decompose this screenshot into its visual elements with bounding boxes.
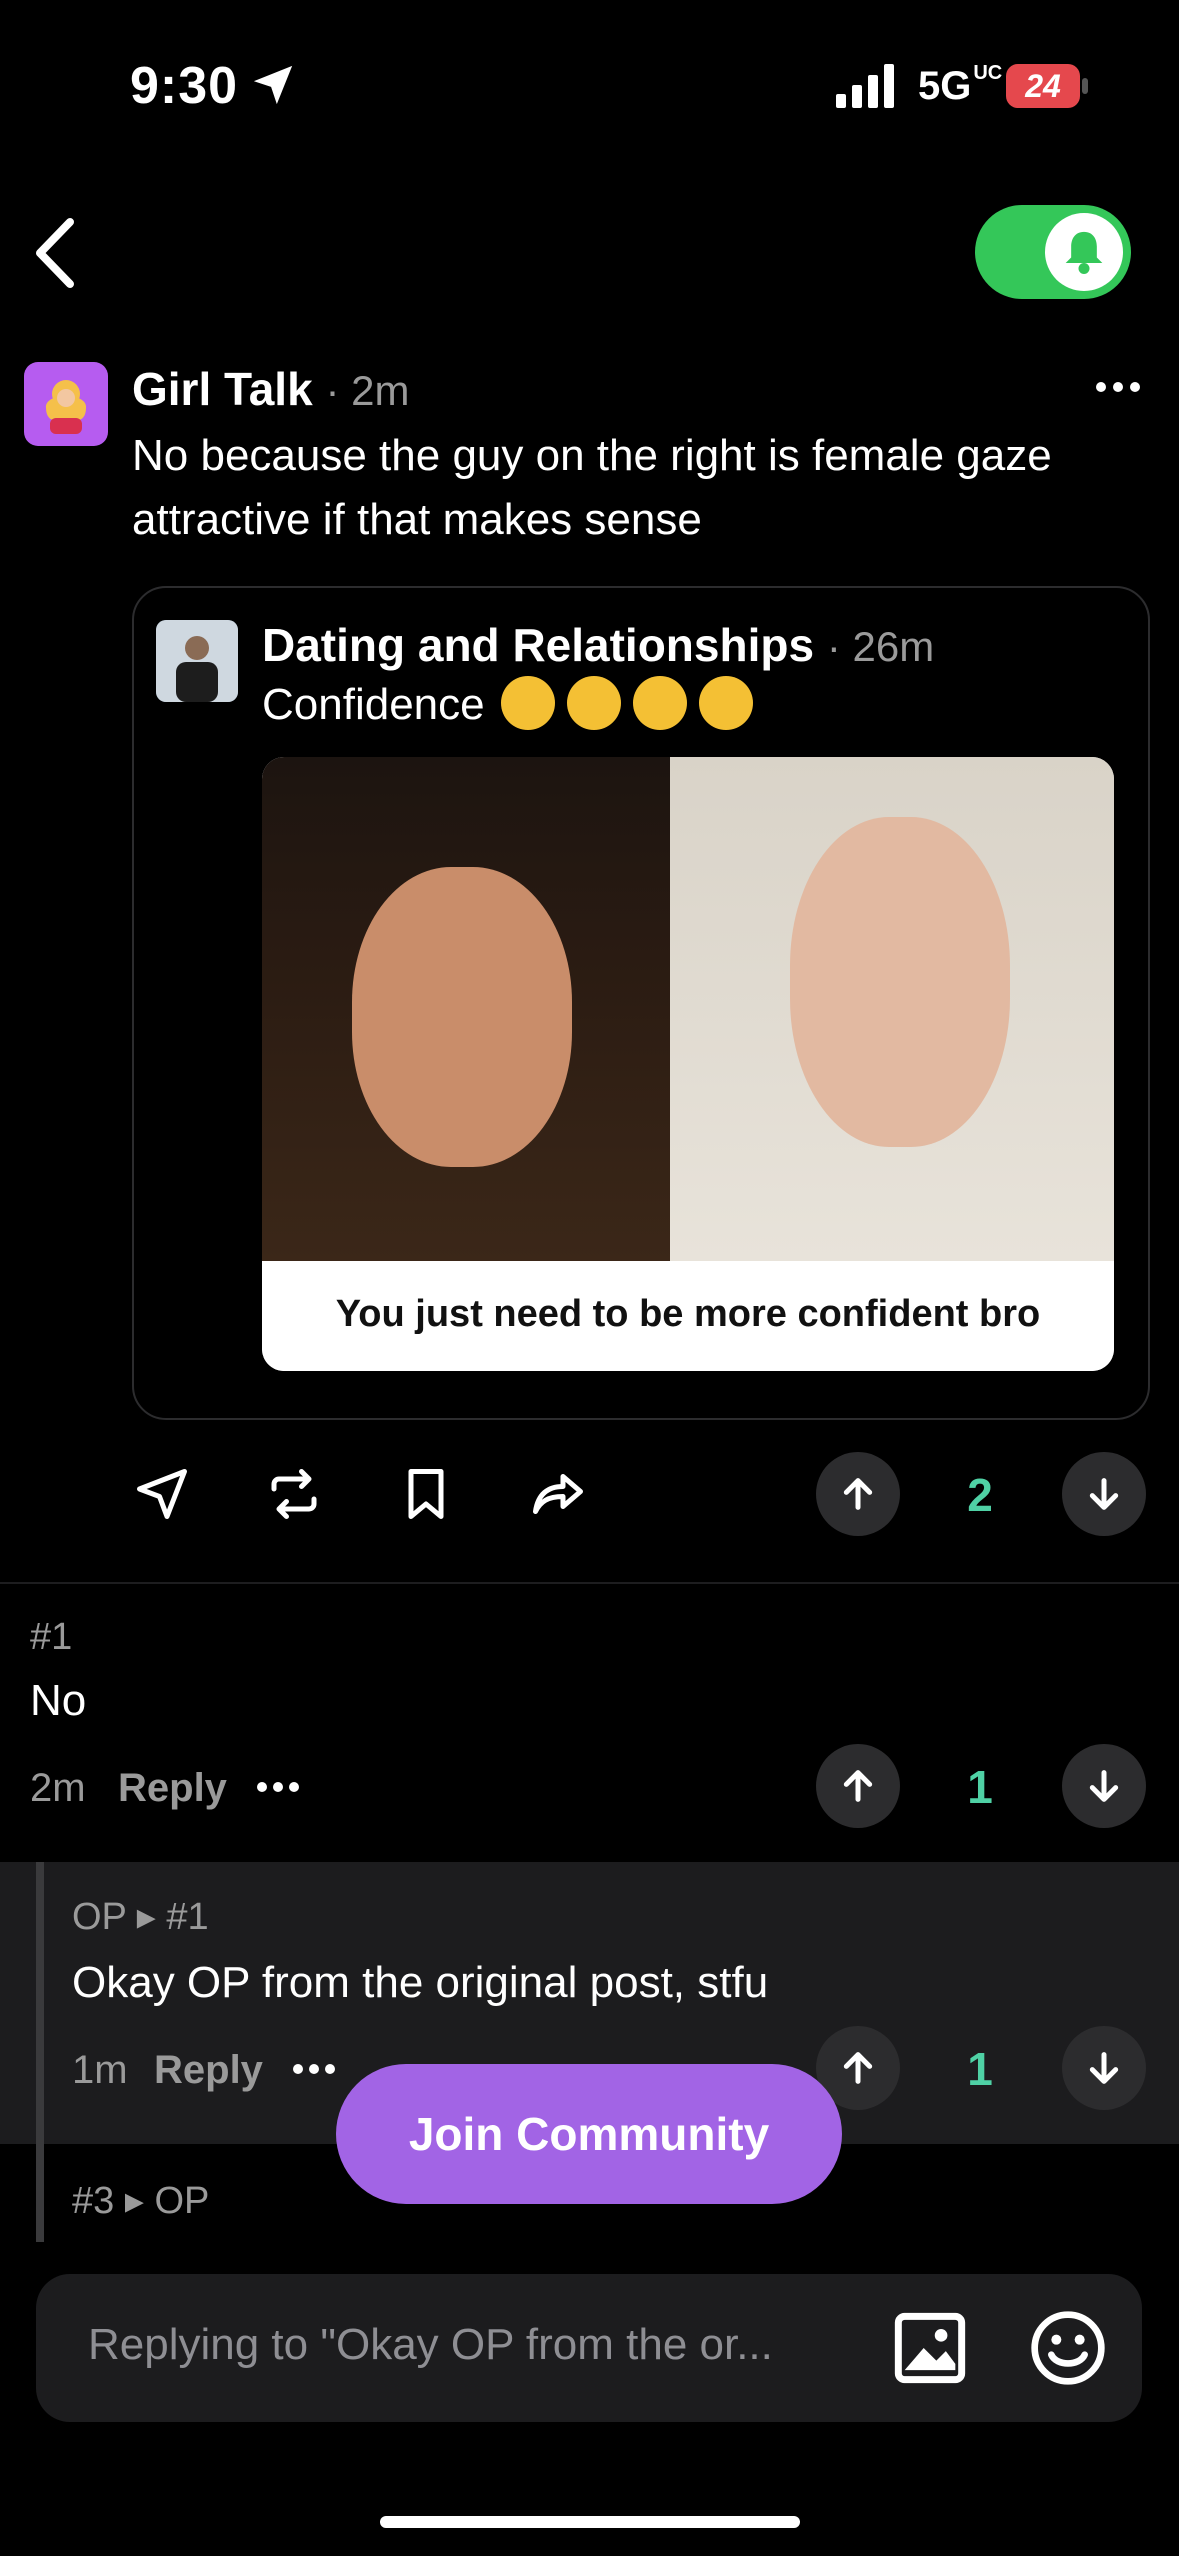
comment-score: 1 (967, 2043, 993, 2095)
thread-line (36, 1862, 44, 2242)
person-photo-icon (156, 620, 238, 702)
more-options-icon[interactable] (292, 2062, 336, 2076)
join-community-button[interactable]: Join Community (336, 2064, 842, 2204)
face-right (790, 817, 1010, 1147)
arrow-up-icon (843, 1478, 873, 1510)
reply-button[interactable]: Reply (118, 1766, 227, 1811)
quoted-community-avatar (156, 620, 238, 702)
bookmark-icon[interactable] (396, 1464, 456, 1524)
star-struck-emoji (632, 676, 687, 731)
comment-age: 1m (72, 2048, 128, 2092)
comment-score: 1 (967, 1761, 993, 1813)
quoted-text-line: Confidence (262, 676, 753, 734)
meme-right-photo (670, 757, 1114, 1261)
battery-icon: 24 (1006, 64, 1088, 108)
meme-caption: You just need to be more confident bro (262, 1261, 1114, 1371)
comment-number: #3 ▸ OP (72, 2180, 210, 2222)
meme-image[interactable]: You just need to be more confident bro (262, 757, 1114, 1371)
comment-number: #1 (30, 1616, 73, 1658)
share-icon[interactable] (528, 1464, 588, 1524)
quoted-text: Confidence (262, 680, 485, 729)
signal-icon (836, 64, 894, 108)
battery-level: 24 (1025, 68, 1061, 104)
status-time: 9:30 (130, 57, 239, 115)
post-text: No because the guy on the right is femal… (132, 431, 1052, 544)
emoji-picker-icon[interactable] (1028, 2308, 1108, 2388)
divider (0, 1582, 1179, 1584)
send-icon[interactable] (132, 1464, 192, 1524)
toggle-knob (1045, 213, 1123, 291)
notification-toggle[interactable] (975, 205, 1131, 299)
downvote-button[interactable] (1062, 1744, 1146, 1828)
nerd-face-emoji (500, 676, 555, 731)
reply-input-placeholder[interactable]: Replying to "Okay OP from the or... (88, 2320, 773, 2370)
repost-icon[interactable] (264, 1464, 324, 1524)
network-label: 5G UC (918, 62, 1003, 108)
home-indicator (380, 2516, 800, 2528)
community-name[interactable]: Girl Talk (132, 363, 313, 415)
arrow-down-icon (1089, 1478, 1119, 1510)
star-struck-emoji (566, 676, 621, 731)
woman-tipping-hand-icon (45, 380, 87, 434)
community-avatar[interactable] (24, 362, 108, 446)
arrow-up-icon (843, 2052, 873, 2084)
post-age: · 2m (325, 367, 410, 414)
more-options-icon[interactable] (256, 1780, 300, 1794)
comment-text: No (30, 1676, 87, 1725)
star-struck-emoji (698, 676, 753, 731)
downvote-button[interactable] (1062, 1452, 1146, 1536)
comment-age: 2m (30, 1766, 86, 1810)
upvote-button[interactable] (816, 1744, 900, 1828)
more-options-icon[interactable] (1095, 376, 1141, 398)
face-left (352, 867, 572, 1167)
upvote-button[interactable] (816, 1452, 900, 1536)
meme-left-photo (262, 757, 670, 1261)
arrow-down-icon (1089, 1770, 1119, 1802)
network-sup: UC (973, 62, 1003, 84)
post-header: Girl Talk · 2m (132, 362, 409, 416)
image-picker-icon[interactable] (892, 2310, 968, 2386)
comment-text: Okay OP from the original post, stfu (72, 1958, 769, 2007)
quoted-header: Dating and Relationships · 26m (262, 618, 934, 672)
downvote-button[interactable] (1062, 2026, 1146, 2110)
bell-icon (1065, 231, 1103, 274)
back-chevron-icon[interactable] (30, 214, 80, 292)
reply-button[interactable]: Reply (154, 2048, 263, 2093)
arrow-up-icon (843, 1770, 873, 1802)
arrow-down-icon (1089, 2052, 1119, 2084)
post-score: 2 (967, 1469, 993, 1521)
quoted-community-name: Dating and Relationships (262, 619, 815, 671)
location-arrow-icon (253, 65, 293, 105)
comment-number: OP ▸ #1 (72, 1896, 209, 1938)
quoted-age: · 26m (826, 623, 935, 670)
